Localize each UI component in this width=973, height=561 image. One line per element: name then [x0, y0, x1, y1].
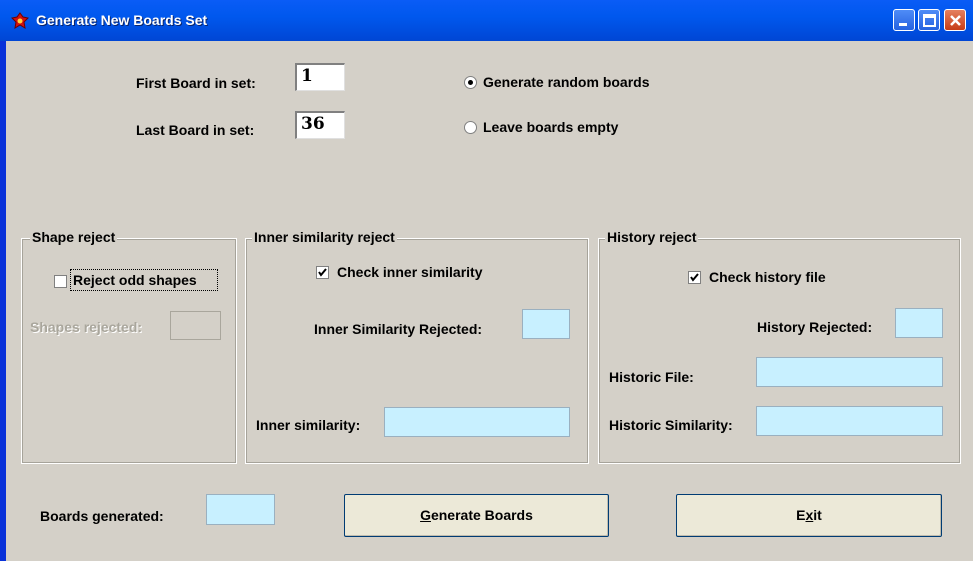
- check-history-file-checkbox[interactable]: [688, 271, 701, 284]
- inner-similarity-rejected-field: [522, 309, 570, 339]
- leave-empty-label[interactable]: Leave boards empty: [483, 119, 618, 135]
- inner-similarity-input[interactable]: [384, 407, 570, 437]
- app-icon: [10, 12, 30, 30]
- minimize-icon: [899, 23, 907, 26]
- check-inner-similarity-label[interactable]: Check inner similarity: [337, 264, 483, 280]
- window-title: Generate New Boards Set: [36, 12, 208, 28]
- shapes-rejected-label: Shapes rejected:: [30, 319, 143, 335]
- generate-boards-label: enerate Boards: [430, 507, 533, 523]
- shape-reject-group: Shape reject Reject odd shapes Shapes re…: [21, 229, 237, 464]
- generate-boards-window: Generate New Boards Set First Board in s…: [0, 0, 973, 561]
- history-reject-group: History reject Check history file Histor…: [598, 229, 961, 464]
- close-icon: [950, 15, 961, 26]
- historic-file-input[interactable]: [756, 357, 943, 387]
- historic-file-label: Historic File:: [609, 369, 694, 385]
- reject-odd-shapes-label[interactable]: Reject odd shapes: [73, 272, 197, 288]
- inner-similarity-rejected-label: Inner Similarity Rejected:: [314, 321, 483, 337]
- generate-boards-button[interactable]: Generate Boards: [344, 494, 609, 537]
- history-rejected-label: History Rejected:: [757, 319, 873, 335]
- history-rejected-field: [895, 308, 943, 338]
- maximize-button[interactable]: [918, 9, 940, 31]
- minimize-button[interactable]: [893, 9, 915, 31]
- generate-random-label[interactable]: Generate random boards: [483, 74, 650, 90]
- generate-random-radio[interactable]: [464, 76, 477, 89]
- leave-empty-radio[interactable]: [464, 121, 477, 134]
- title-bar[interactable]: Generate New Boards Set: [0, 0, 973, 41]
- last-board-label: Last Board in set:: [136, 122, 255, 138]
- first-board-input[interactable]: 1: [295, 63, 345, 91]
- boards-generated-label: Boards generated:: [40, 508, 164, 524]
- shape-reject-legend: Shape reject: [30, 229, 118, 245]
- shapes-rejected-field: [170, 311, 221, 340]
- dialog-body: First Board in set: 1 Last Board in set:…: [6, 41, 973, 561]
- inner-similarity-label: Inner similarity:: [256, 417, 361, 433]
- generate-boards-accel: G: [420, 507, 431, 523]
- checkmark-icon: [690, 273, 699, 282]
- close-button[interactable]: [944, 9, 966, 31]
- check-inner-similarity-checkbox[interactable]: [316, 266, 329, 279]
- inner-similarity-legend: Inner similarity reject: [252, 229, 397, 245]
- exit-button[interactable]: Exit: [676, 494, 942, 537]
- check-history-file-label[interactable]: Check history file: [709, 269, 826, 285]
- radio-selected-dot: [468, 80, 473, 85]
- historic-similarity-input[interactable]: [756, 406, 943, 436]
- inner-similarity-group: Inner similarity reject Check inner simi…: [245, 229, 589, 464]
- boards-generated-field: [206, 494, 275, 525]
- last-board-input[interactable]: 36: [295, 111, 345, 139]
- history-reject-legend: History reject: [605, 229, 699, 245]
- maximize-icon: [923, 14, 936, 27]
- historic-similarity-label: Historic Similarity:: [609, 417, 733, 433]
- first-board-label: First Board in set:: [136, 75, 256, 91]
- reject-odd-shapes-checkbox[interactable]: [54, 275, 67, 288]
- exit-label-post: it: [813, 507, 822, 523]
- checkmark-icon: [318, 268, 327, 277]
